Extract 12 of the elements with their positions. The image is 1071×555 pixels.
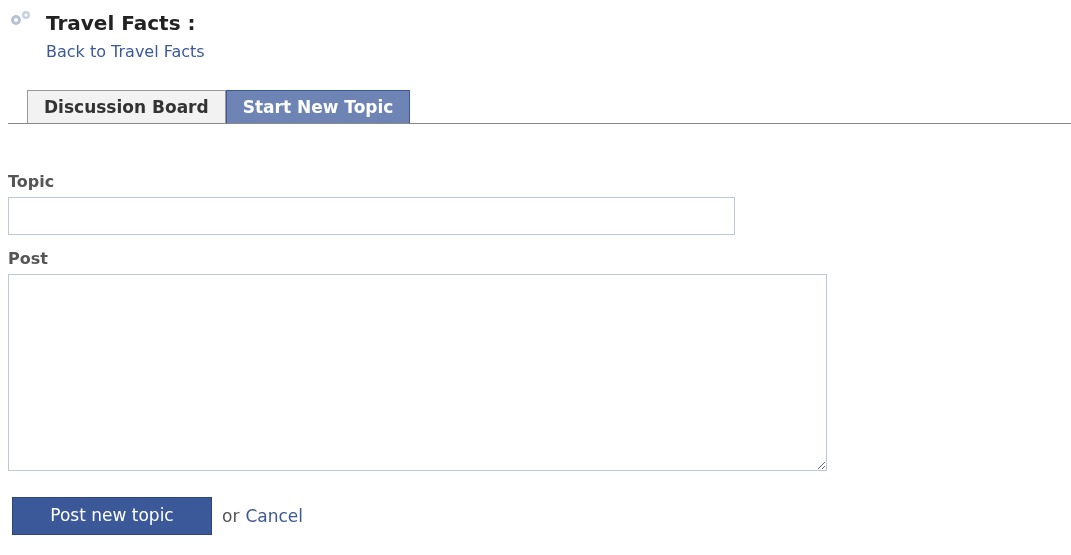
post-button[interactable]: Post new topic [12, 497, 212, 535]
cancel-link[interactable]: Cancel [245, 506, 303, 526]
topic-field[interactable] [8, 197, 735, 235]
post-field[interactable] [8, 274, 827, 471]
gears-icon [10, 10, 32, 26]
tab[interactable]: Start New Topic [225, 90, 411, 124]
field-label: Post [8, 249, 49, 268]
or-text: or [222, 506, 240, 526]
tab[interactable]: Discussion Board [27, 90, 226, 124]
page-title: Travel Facts : [46, 10, 197, 36]
field-label: Topic [8, 172, 56, 191]
back-link[interactable]: Back to Travel Facts [46, 42, 205, 61]
